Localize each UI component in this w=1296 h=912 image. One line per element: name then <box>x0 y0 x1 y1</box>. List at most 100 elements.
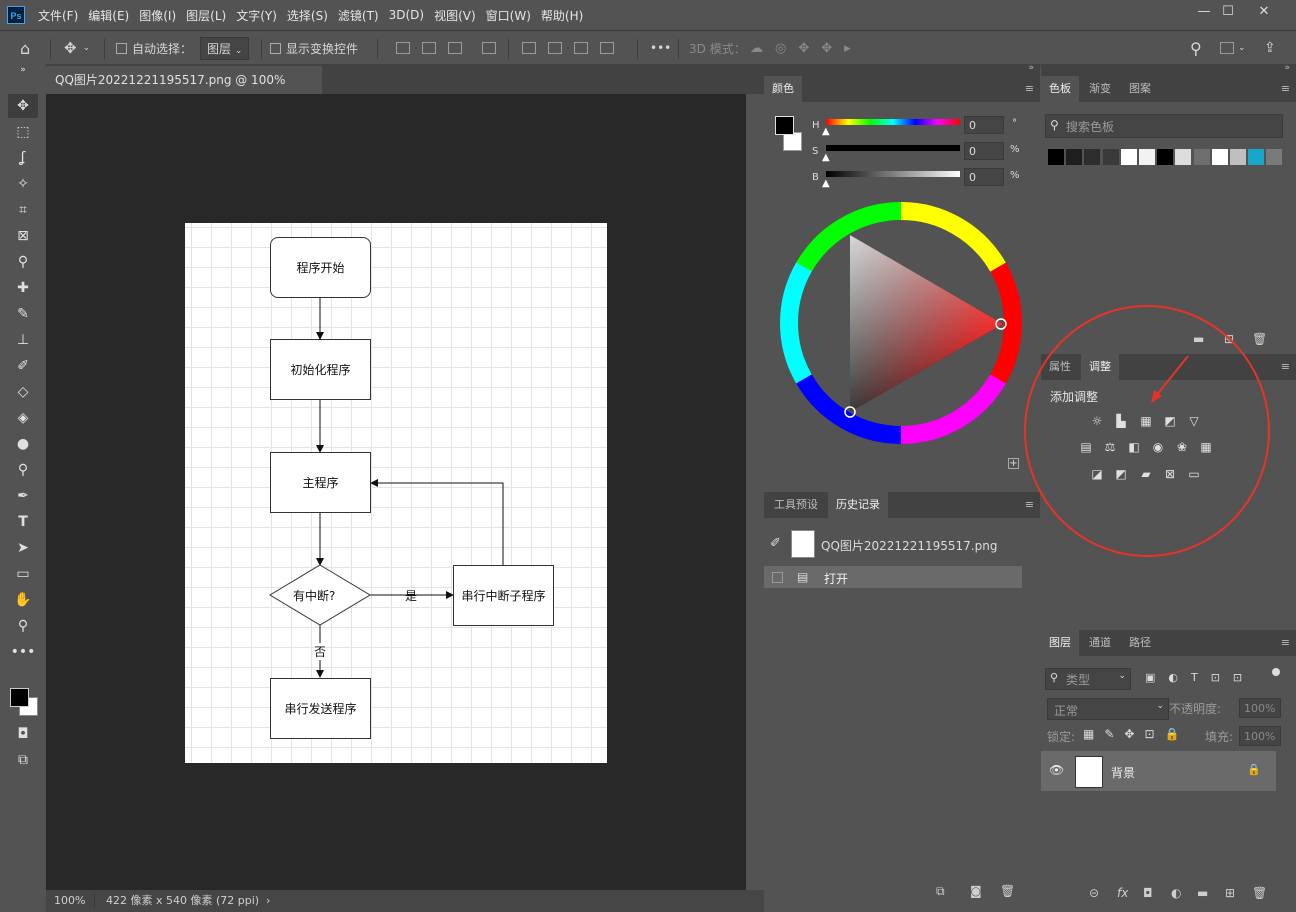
lasso-tool-icon[interactable]: ʆ <box>8 146 38 170</box>
color-swatch[interactable] <box>1157 149 1174 165</box>
link-layers-icon[interactable]: ⊝ <box>1089 886 1099 900</box>
trash-icon[interactable]: 🗑 <box>1252 886 1267 900</box>
tab-tool-presets[interactable]: 工具预设 <box>766 492 826 518</box>
layer-fx-icon[interactable]: fx <box>1117 886 1128 900</box>
color-wheel[interactable] <box>778 200 1024 446</box>
info-arrow-icon[interactable]: › <box>266 890 270 912</box>
color-swatch[interactable] <box>1230 149 1246 165</box>
history-brush-icon[interactable]: ✐ <box>8 354 38 378</box>
menu-item[interactable]: 窗口(W) <box>482 7 535 24</box>
workspace-icon[interactable]: ⌄ <box>1220 31 1246 65</box>
vertical-scrollbar[interactable] <box>746 94 764 890</box>
menu-item[interactable]: 3D(D) <box>385 8 428 22</box>
path-select-icon[interactable]: ➤ <box>8 536 38 560</box>
history-step[interactable]: ▤ 打开 <box>764 566 1022 588</box>
trash-icon[interactable]: 🗑 <box>1000 884 1015 898</box>
color-swatch[interactable] <box>1266 149 1283 165</box>
layer-mask-icon[interactable]: ◘ <box>1143 886 1153 900</box>
align-left-icon[interactable] <box>396 42 410 54</box>
saturation-slider[interactable] <box>826 145 960 151</box>
menu-item[interactable]: 滤镜(T) <box>334 7 383 24</box>
collapse-icon[interactable]: » <box>1284 63 1290 73</box>
visibility-eye-icon[interactable]: 👁 <box>1049 763 1064 777</box>
panel-menu-icon[interactable]: ≡ <box>1281 636 1290 649</box>
menu-item[interactable]: 视图(V) <box>430 7 480 24</box>
menu-item[interactable]: 文件(F) <box>34 7 82 24</box>
stamp-tool-icon[interactable]: ⊥ <box>8 328 38 352</box>
panel-menu-icon[interactable]: ≡ <box>1025 82 1034 95</box>
dodge-tool-icon[interactable]: ⚲ <box>8 458 38 482</box>
foreground-color-chip[interactable] <box>775 116 794 135</box>
collapse-icon[interactable]: » <box>8 64 38 76</box>
color-swatch[interactable] <box>1248 149 1265 165</box>
new-document-icon[interactable]: ⧉ <box>936 884 945 899</box>
tab-history[interactable]: 历史记录 <box>828 492 888 518</box>
magic-wand-icon[interactable]: ✧ <box>8 172 38 196</box>
align-top-icon[interactable] <box>522 42 536 54</box>
move-tool-icon[interactable]: ✥ ⌄ <box>64 31 90 65</box>
menu-item[interactable]: 图层(L) <box>182 7 230 24</box>
tab-paths[interactable]: 路径 <box>1121 630 1159 656</box>
menu-item[interactable]: 图像(I) <box>135 7 180 24</box>
color-swatch[interactable] <box>1102 149 1119 165</box>
color-swatch[interactable] <box>1084 149 1101 165</box>
blend-mode-dropdown[interactable]: 正常 ⌄ <box>1047 698 1169 720</box>
align-middle-icon[interactable] <box>548 42 562 54</box>
new-layer-icon[interactable]: ⊞ <box>1225 886 1235 900</box>
color-swatch[interactable] <box>1193 149 1210 165</box>
menu-item[interactable]: 编辑(E) <box>84 7 133 24</box>
align-center-h-icon[interactable] <box>422 42 436 54</box>
layer-filter-dropdown[interactable]: ⚲ 类型 ⌄ <box>1045 668 1131 690</box>
move-tool-icon[interactable]: ✥ <box>8 94 38 118</box>
brush-tool-icon[interactable]: ✎ <box>8 302 38 326</box>
align-right-icon[interactable] <box>448 42 462 54</box>
tab-patterns[interactable]: 图案 <box>1121 76 1159 102</box>
history-step-checkbox[interactable] <box>772 572 783 583</box>
eraser-tool-icon[interactable]: ◇ <box>8 380 38 404</box>
lock-icons[interactable]: ▦✎✥⊡🔒 <box>1083 727 1189 741</box>
distribute-icon[interactable] <box>482 42 496 54</box>
auto-select-checkbox[interactable] <box>116 42 127 54</box>
eyedropper-icon[interactable]: ⚲ <box>8 250 38 274</box>
color-swatch[interactable] <box>1139 149 1155 165</box>
close-button[interactable]: ✕ <box>1246 0 1282 24</box>
blur-tool-icon[interactable]: ● <box>8 432 38 456</box>
opacity-input[interactable]: 100% <box>1239 698 1281 718</box>
snapshot-camera-icon[interactable]: ◙ <box>970 884 982 898</box>
foreground-color-swatch[interactable] <box>10 688 29 707</box>
hue-slider[interactable] <box>826 119 960 125</box>
zoom-level[interactable]: 100% <box>54 890 85 912</box>
zoom-tool-icon[interactable]: ⚲ <box>8 614 38 638</box>
tab-swatches[interactable]: 色板 <box>1041 76 1079 102</box>
color-swatch[interactable] <box>1048 149 1064 165</box>
distribute-v-icon[interactable] <box>600 42 614 54</box>
show-transform-checkbox[interactable] <box>270 42 281 54</box>
color-swatch[interactable] <box>1175 149 1192 165</box>
b-input[interactable]: 0 <box>964 168 1004 186</box>
hand-tool-icon[interactable]: ✋ <box>8 588 38 612</box>
rectangle-tool-icon[interactable]: ▭ <box>8 562 38 586</box>
type-tool-icon[interactable]: T <box>8 510 38 534</box>
search-icon[interactable]: ⚲ <box>1190 31 1202 65</box>
document-tab[interactable]: QQ图片20221221195517.png @ 100%(RGB/8) × <box>46 66 322 115</box>
tab-layers[interactable]: 图层 <box>1041 630 1079 656</box>
swatch-search-input[interactable]: ⚲ 搜索色板 <box>1045 114 1283 138</box>
more-options-button[interactable]: ••• <box>650 31 671 65</box>
tab-color[interactable]: 颜色 <box>764 76 802 102</box>
paint-bucket-icon[interactable]: ◈ <box>8 406 38 430</box>
fill-input[interactable]: 100% <box>1239 726 1281 746</box>
document-canvas[interactable]: 程序开始 初始化程序 主程序 有中断? 串行中断子程序 是 否 串行发送程序 <box>185 223 607 763</box>
tab-gradients[interactable]: 渐变 <box>1081 76 1119 102</box>
frame-tool-icon[interactable]: ⊠ <box>8 224 38 248</box>
color-swatch[interactable] <box>1120 149 1137 165</box>
edit-toolbar-icon[interactable]: ••• <box>8 640 38 664</box>
panel-menu-icon[interactable]: ≡ <box>1281 82 1290 95</box>
healing-brush-icon[interactable]: ✚ <box>8 276 38 300</box>
brightness-slider[interactable] <box>826 171 960 177</box>
history-brush-icon[interactable]: ✐ <box>770 536 781 551</box>
adjustment-layer-icon[interactable]: ◐ <box>1171 886 1181 900</box>
menu-item[interactable]: 选择(S) <box>283 7 332 24</box>
maximize-button[interactable]: ☐ <box>1210 0 1246 24</box>
quick-mask-icon[interactable]: ◘ <box>8 722 38 746</box>
menu-item[interactable]: 文字(Y) <box>232 7 281 24</box>
